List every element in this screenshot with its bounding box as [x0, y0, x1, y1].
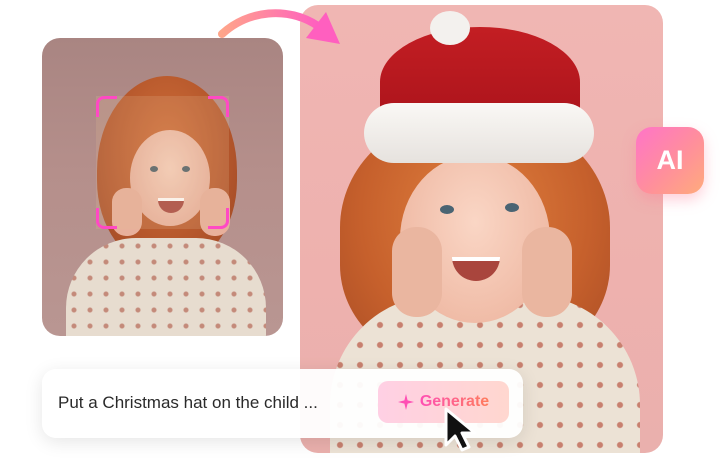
pointer-cursor-icon	[444, 407, 477, 452]
ai-badge: AI	[636, 127, 704, 194]
prompt-input[interactable]: Put a Christmas hat on the child ...	[58, 393, 318, 413]
curved-arrow-icon	[218, 9, 340, 44]
sparkle-icon	[397, 394, 414, 410]
ai-badge-label: AI	[656, 145, 684, 175]
face-detection-frame	[96, 96, 229, 229]
